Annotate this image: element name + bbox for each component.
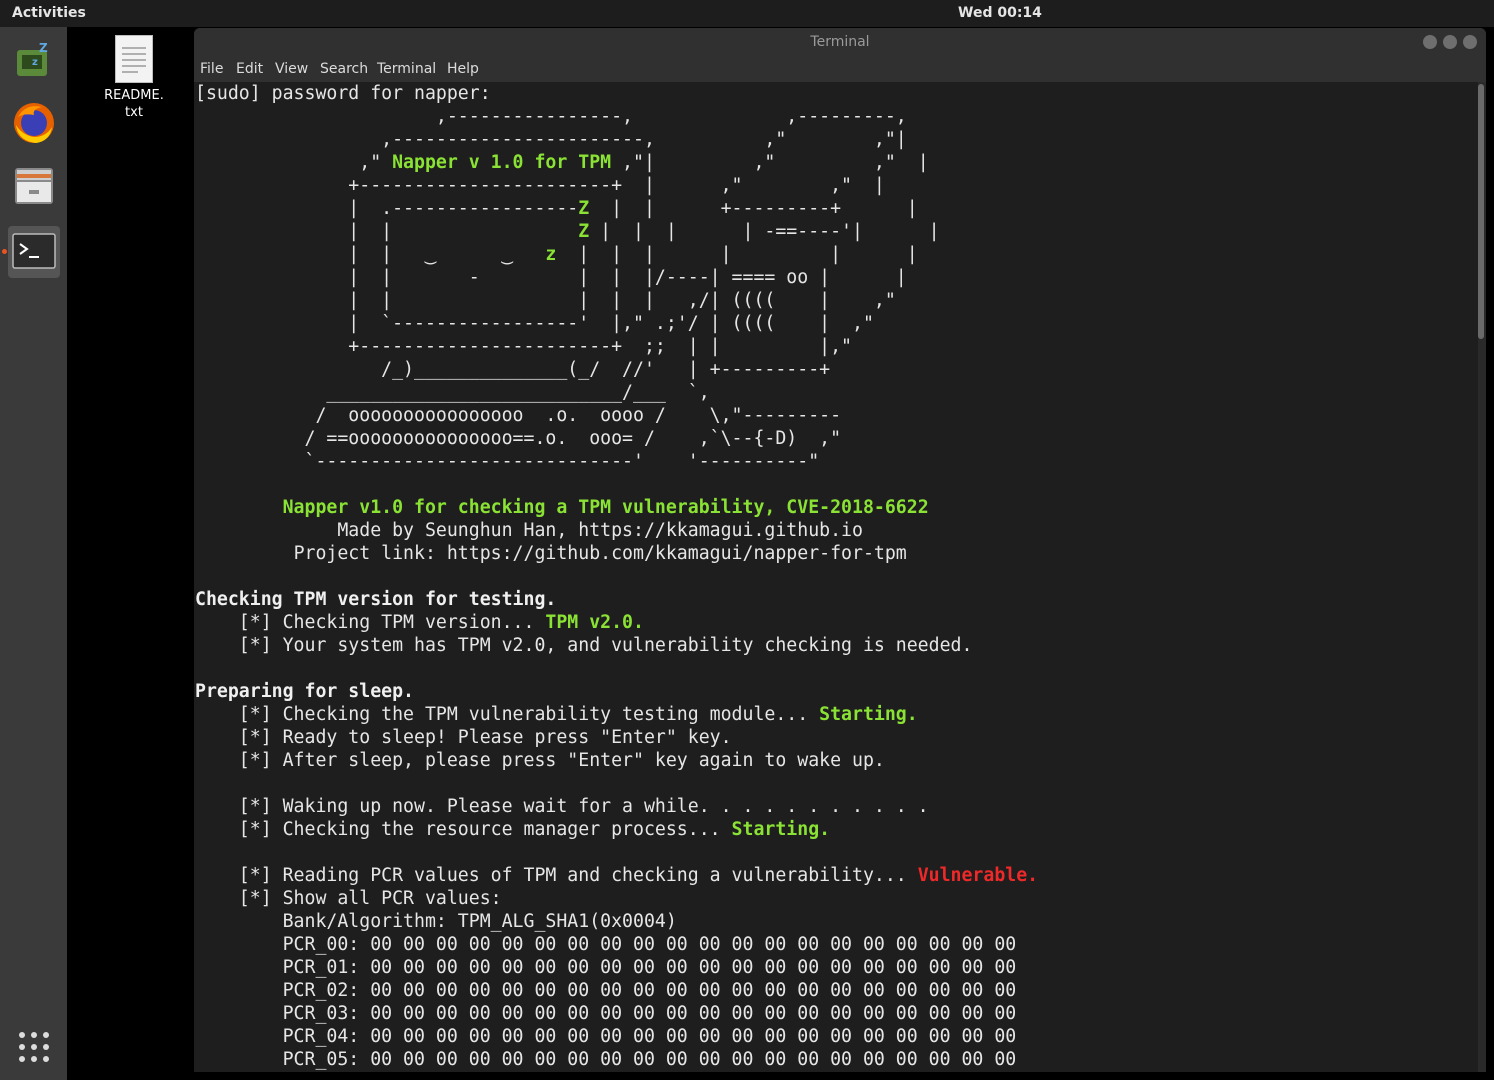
show-applications-icon[interactable] [8, 1021, 60, 1073]
terminal-line: Z [578, 221, 590, 242]
vulnerable-status: Vulnerable. [917, 865, 1039, 886]
terminal-line: +-----------------------+ | ," ," | [195, 175, 885, 196]
terminal-line: [*] Show all PCR values: [195, 888, 502, 909]
terminal-line: Z [578, 198, 590, 219]
svg-text:z: z [32, 57, 38, 68]
menu-terminal[interactable]: Terminal [377, 61, 436, 77]
menu-bar: File Edit View Search Terminal Help [194, 56, 1486, 82]
banner-link: Project link: https://github.com/kkamagu… [293, 543, 907, 564]
terminal-line: [*] Your system has TPM v2.0, and vulner… [195, 635, 973, 656]
terminal-line: | | | | | ,/| (((( | ," [195, 290, 896, 311]
sudo-prompt: [sudo] password for napper: [195, 83, 491, 104]
section-heading: Preparing for sleep. [195, 681, 414, 702]
terminal-line: / oooooooooooooooo .o. oooo / \,"-------… [195, 405, 842, 426]
terminal-line: | .----------------- [195, 198, 579, 219]
pcr-row: PCR_01: 00 00 00 00 00 00 00 00 00 00 00… [195, 957, 1017, 978]
terminal-line: [*] Reading PCR values of TPM and checki… [195, 865, 918, 886]
terminal-line: [*] Checking the TPM vulnerability testi… [195, 704, 820, 725]
terminal-line: Bank/Algorithm: TPM_ALG_SHA1(0x0004) [195, 911, 677, 932]
terminal-line: | | [195, 221, 579, 242]
terminal-line: `-----------------------------' '-------… [195, 451, 820, 472]
scrollbar-thumb[interactable] [1478, 84, 1484, 339]
terminal-line: | | ‿ ‿ [195, 244, 524, 265]
top-bar: Activities Wed 00:14 [0, 0, 1494, 27]
title-bar[interactable]: Terminal [194, 28, 1486, 56]
terminal-line: Starting. [731, 819, 831, 840]
dock: Z z [0, 27, 67, 1080]
menu-view[interactable]: View [275, 61, 308, 77]
text-file-icon [115, 35, 153, 83]
terminal-line: [*] After sleep, please press "Enter" ke… [195, 750, 885, 771]
terminal-line: ___________________________/___ `, [195, 382, 710, 403]
pcr-row: PCR_05: 00 00 00 00 00 00 00 00 00 00 00… [195, 1049, 1017, 1070]
terminal-line: | `-----------------' |," .;'/ | (((( | … [195, 313, 874, 334]
terminal-line: / ==ooooooooooooooo==.o. ooo= / ,`\--{-D… [195, 428, 842, 449]
close-button[interactable] [1463, 35, 1477, 49]
terminal-output[interactable]: [sudo] password for napper: ,-----------… [194, 82, 1478, 1072]
file-label: README. txt [104, 88, 164, 120]
terminal-line: [*] Waking up now. Please wait for a whi… [195, 796, 929, 817]
firefox-icon[interactable] [8, 97, 60, 149]
terminal-line: z [545, 244, 557, 265]
terminal-icon[interactable] [8, 226, 60, 278]
menu-file[interactable]: File [200, 61, 223, 77]
menu-search[interactable]: Search [320, 61, 368, 77]
activities-button[interactable]: Activities [12, 5, 86, 21]
banner-author: Made by Seunghun Han, https://kkamagui.g… [337, 520, 863, 541]
terminal-line: ,-----------------------, ," ,"| [195, 129, 907, 150]
banner-title: Napper v1.0 for checking a TPM vulnerabi… [282, 497, 929, 518]
terminal-line: Starting. [819, 704, 918, 725]
terminal-text: [sudo] password for napper: ,-----------… [195, 83, 1039, 1070]
terminal-line: | | - | | |/----| ==== oo | | [195, 267, 907, 288]
clock[interactable]: Wed 00:14 [958, 5, 1042, 21]
window-title: Terminal [810, 34, 870, 50]
svg-text:Z: Z [39, 41, 48, 55]
pcr-row: PCR_03: 00 00 00 00 00 00 00 00 00 00 00… [195, 1003, 1017, 1024]
terminal-line: [*] Ready to sleep! Please press "Enter"… [195, 727, 732, 748]
readme-file[interactable]: README. txt [99, 35, 169, 121]
terminal-line: +-----------------------+ ;; | | |," [195, 336, 852, 357]
terminal-line: TPM v2.0. [545, 612, 644, 633]
section-heading: Checking TPM version for testing. [195, 589, 557, 610]
menu-edit[interactable]: Edit [236, 61, 263, 77]
minimize-button[interactable] [1423, 35, 1437, 49]
terminal-window: Terminal File Edit View Search Terminal … [194, 28, 1486, 1072]
running-indicator [2, 249, 7, 254]
terminal-line: /_)______________(_/ //' | +---------+ [195, 359, 831, 380]
terminal-line: ," [195, 152, 393, 173]
maximize-button[interactable] [1443, 35, 1457, 49]
terminal-line: [*] Checking the resource manager proces… [195, 819, 732, 840]
art-title: Napper v 1.0 for TPM [392, 152, 612, 173]
terminal-line: [*] Checking TPM version... [195, 612, 546, 633]
pcr-row: PCR_04: 00 00 00 00 00 00 00 00 00 00 00… [195, 1026, 1017, 1047]
pcr-row: PCR_00: 00 00 00 00 00 00 00 00 00 00 00… [195, 934, 1017, 955]
terminal-line: ,----------------, ,---------, [195, 106, 907, 127]
files-icon[interactable] [8, 160, 60, 212]
system-monitor-icon[interactable]: Z z [8, 35, 60, 87]
pcr-row: PCR_02: 00 00 00 00 00 00 00 00 00 00 00… [195, 980, 1017, 1001]
menu-help[interactable]: Help [447, 61, 479, 77]
